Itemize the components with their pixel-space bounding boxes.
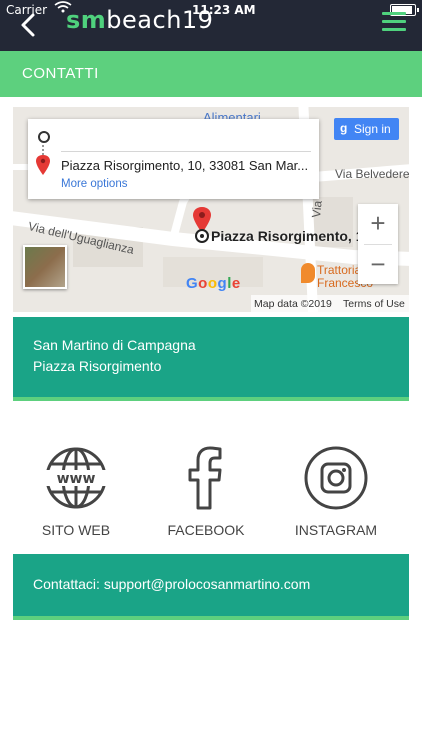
- instagram-link[interactable]: INSTAGRAM: [271, 446, 401, 546]
- google-logo: Google: [186, 275, 241, 292]
- more-options-link[interactable]: More options: [61, 178, 127, 190]
- destination-pin-icon: [36, 155, 50, 175]
- origin-circle-icon: [38, 131, 50, 143]
- restaurant-marker-icon[interactable]: [301, 263, 315, 283]
- street-view-thumbnail[interactable]: [23, 245, 67, 289]
- destination-address[interactable]: Piazza Risorgimento, 10, 33081 San Mar..…: [61, 158, 313, 173]
- contact-email[interactable]: Contattaci: support@prolocosanmartino.co…: [33, 576, 310, 592]
- zoom-controls: + −: [358, 204, 398, 284]
- google-g-icon: g: [340, 121, 348, 135]
- address-box: San Martino di Campagna Piazza Risorgime…: [13, 317, 409, 401]
- facebook-link[interactable]: FACEBOOK: [141, 446, 271, 546]
- map-view[interactable]: Alimentari Via Belvedere Via dell'Uguagl…: [13, 107, 409, 312]
- hamburger-menu-icon[interactable]: [382, 12, 406, 32]
- route-dots: [42, 145, 46, 155]
- map-label-via-belvedere: Via Belvedere: [335, 167, 409, 181]
- map-data-label: Map data ©2019: [254, 298, 332, 310]
- facebook-label: FACEBOOK: [167, 522, 245, 538]
- app-header: Carrier 11:23 AM smbeach19: [0, 0, 422, 51]
- terms-of-use-link[interactable]: Terms of Use: [343, 298, 405, 310]
- back-arrow-icon[interactable]: [18, 12, 40, 38]
- svg-text:www: www: [57, 471, 96, 487]
- map-attribution: Map data ©2019 Terms of Use: [251, 295, 409, 312]
- zoom-out-button[interactable]: −: [358, 245, 398, 284]
- google-sign-in-button[interactable]: g Sign in: [334, 118, 399, 140]
- place-target-icon: [195, 229, 209, 243]
- instagram-icon: [304, 446, 368, 510]
- address-line-2: Piazza Risorgimento: [33, 358, 162, 374]
- website-label: SITO WEB: [41, 522, 111, 538]
- directions-card[interactable]: Piazza Risorgimento, 10, 33081 San Mar..…: [28, 119, 319, 199]
- address-line-1: San Martino di Campagna: [33, 337, 196, 353]
- website-link[interactable]: www SITO WEB: [11, 446, 141, 546]
- map-label-via: Via: [309, 199, 325, 219]
- origin-input-divider: [61, 151, 311, 152]
- contact-box[interactable]: Contattaci: support@prolocosanmartino.co…: [13, 554, 409, 620]
- map-place-label: Piazza Risorgimento, 1: [211, 228, 364, 244]
- zoom-in-button[interactable]: +: [358, 204, 398, 243]
- instagram-label: INSTAGRAM: [294, 522, 378, 538]
- page-title: CONTATTI: [22, 65, 99, 82]
- section-title-bar: CONTATTI: [0, 51, 422, 97]
- facebook-icon: [188, 446, 222, 510]
- app-logo: smbeach19: [66, 6, 214, 34]
- globe-www-icon: www: [44, 447, 108, 509]
